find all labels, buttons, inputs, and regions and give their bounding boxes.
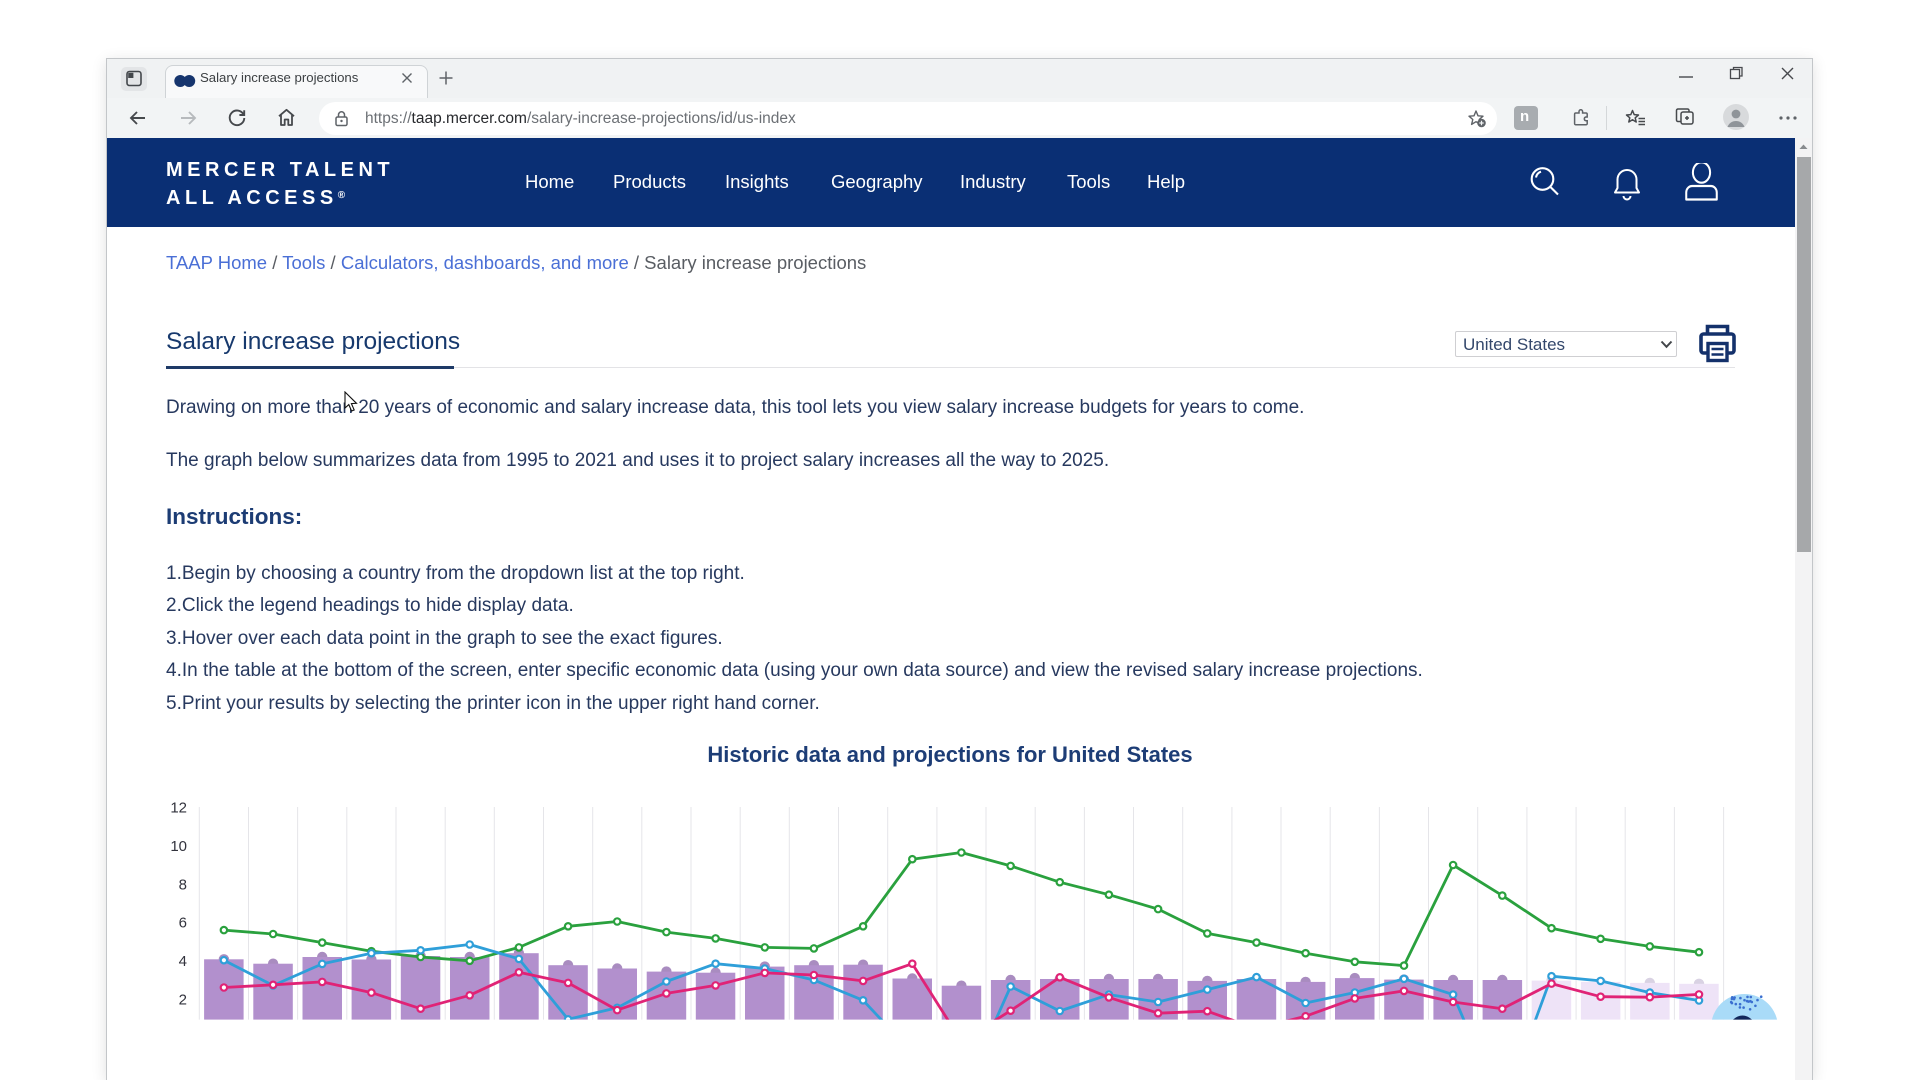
svg-text:12: 12 (170, 800, 187, 817)
svg-text:8: 8 (179, 876, 187, 893)
svg-text:4: 4 (179, 953, 187, 970)
svg-text:6: 6 (179, 915, 187, 932)
svg-text:2: 2 (179, 991, 187, 1008)
svg-text:10: 10 (170, 838, 187, 855)
